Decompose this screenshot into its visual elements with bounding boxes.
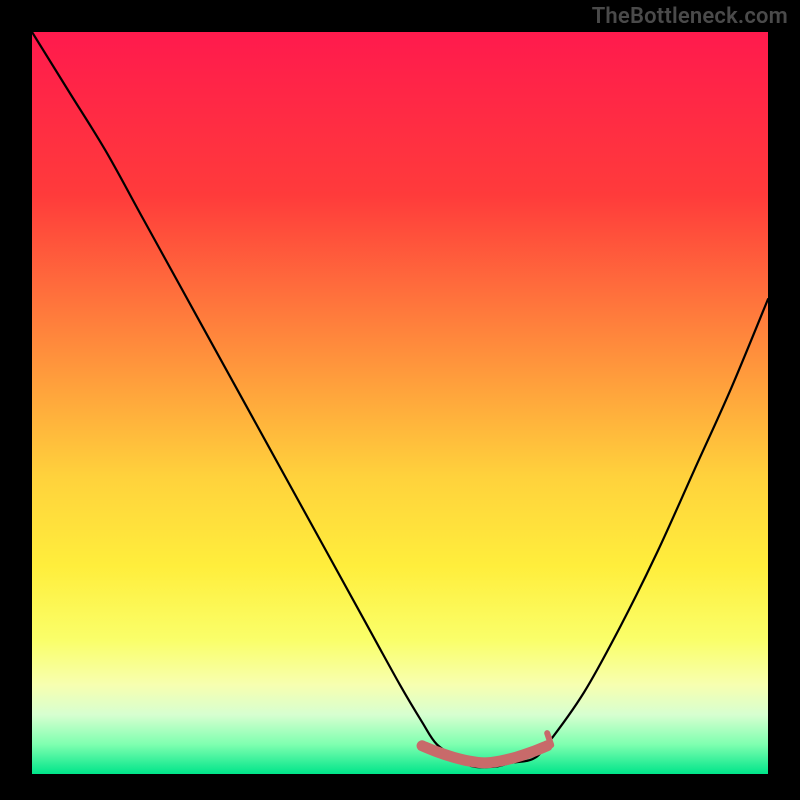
stage: TheBottleneck.com — [0, 0, 800, 800]
right-tick-marker — [547, 733, 551, 745]
watermark-text: TheBottleneck.com — [592, 4, 788, 29]
chart-svg-layer — [32, 32, 768, 774]
chart-inner — [32, 32, 768, 774]
bottleneck-curve-line — [32, 32, 768, 767]
chart-plot-area — [32, 32, 768, 774]
